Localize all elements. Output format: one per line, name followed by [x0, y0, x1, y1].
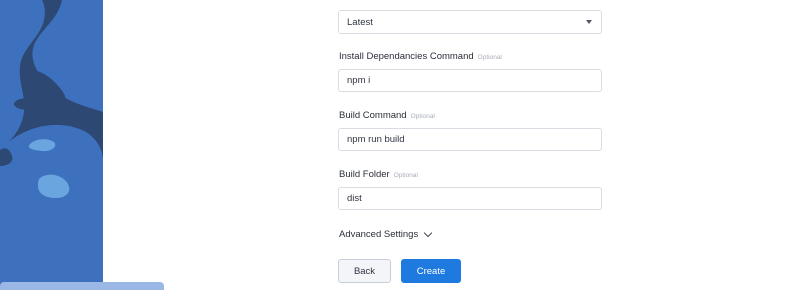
- install-command-input[interactable]: npm i: [338, 69, 602, 92]
- build-folder-label: Build Folder Optional: [339, 169, 418, 180]
- build-command-label: Build Command Optional: [339, 110, 435, 121]
- decorative-blob-illustration: [0, 0, 103, 290]
- build-folder-label-text: Build Folder: [339, 169, 390, 180]
- install-command-value: npm i: [347, 75, 371, 86]
- optional-tag: Optional: [410, 113, 435, 120]
- build-folder-input[interactable]: dist: [338, 187, 602, 210]
- install-command-label: Install Dependancies Command Optional: [339, 51, 502, 62]
- build-command-input[interactable]: npm run build: [338, 128, 602, 151]
- version-select-value: Latest: [347, 16, 373, 28]
- create-button[interactable]: Create: [401, 259, 461, 283]
- advanced-settings-label: Advanced Settings: [339, 229, 419, 240]
- install-command-label-text: Install Dependancies Command: [339, 51, 474, 62]
- caret-down-icon: [586, 20, 592, 24]
- version-select[interactable]: Latest: [338, 10, 602, 34]
- build-folder-value: dist: [347, 193, 362, 204]
- back-button[interactable]: Back: [338, 259, 391, 283]
- build-command-label-text: Build Command: [339, 110, 407, 121]
- bottom-panel-edge: [0, 282, 164, 290]
- advanced-settings-toggle[interactable]: Advanced Settings: [339, 228, 433, 240]
- sidebar-illustration: [0, 0, 103, 290]
- chevron-down-icon: [423, 228, 433, 237]
- build-command-value: npm run build: [347, 134, 405, 145]
- optional-tag: Optional: [393, 172, 418, 179]
- optional-tag: Optional: [477, 54, 502, 61]
- create-app-page: Latest Install Dependancies Command Optio…: [0, 0, 791, 290]
